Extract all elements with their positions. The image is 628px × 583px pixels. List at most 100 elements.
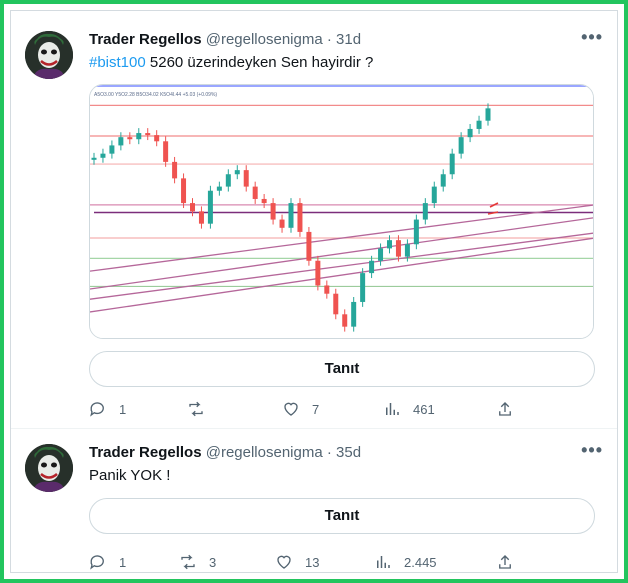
candle-body	[387, 240, 392, 249]
candle-body	[136, 133, 142, 140]
candle-body	[333, 293, 339, 315]
share-icon	[499, 555, 511, 569]
price-chart: A5O3.00 Y5O2.28 B5O34.02 K5O4I.44 +5.03 …	[90, 85, 593, 338]
candle-body	[252, 186, 258, 199]
translate-button[interactable]: Tanıt	[89, 351, 595, 387]
views-icon	[386, 403, 399, 415]
candle-body	[351, 301, 357, 327]
like-button[interactable]: 13	[275, 550, 320, 572]
candle-body	[288, 203, 294, 228]
reply-count: 1	[119, 401, 127, 417]
candle-body	[261, 198, 267, 204]
candle-body	[190, 203, 195, 212]
reply-button[interactable]: 1	[89, 550, 129, 572]
timestamp[interactable]: 35d	[336, 444, 361, 461]
candle-body	[118, 137, 124, 146]
views-button[interactable]: 2.445	[374, 550, 437, 572]
user-handle[interactable]: @regellosenigma	[206, 31, 323, 48]
more-options-icon[interactable]: •••	[581, 440, 603, 461]
candle-body	[297, 203, 303, 232]
tweet[interactable]: Trader Regellos @regellosenigma · 35d ••…	[11, 430, 617, 572]
chart-image[interactable]: A5O3.00 Y5O2.28 B5O34.02 K5O4I.44 +5.03 …	[89, 84, 594, 339]
candle-body	[467, 128, 473, 138]
retweet-button[interactable]	[187, 397, 227, 421]
tweet-actions: 1 7 461	[89, 397, 603, 421]
candle-body	[163, 141, 169, 162]
candle-body	[404, 244, 410, 257]
tweet-header: Trader Regellos @regellosenigma · 35d ••…	[89, 440, 603, 464]
views-count: 2.445	[404, 554, 437, 570]
candle-body	[440, 174, 446, 187]
candle-body	[485, 108, 491, 121]
candle-body	[395, 240, 401, 257]
candle-body	[172, 161, 178, 179]
candle-body	[458, 137, 464, 154]
retweet-icon	[181, 554, 195, 570]
candle-body	[360, 273, 366, 302]
separator-dot: ·	[326, 31, 332, 48]
candle-body	[234, 170, 240, 175]
retweet-button[interactable]: 3	[179, 550, 219, 572]
like-button[interactable]: 7	[282, 397, 322, 421]
user-handle[interactable]: @regellosenigma	[206, 444, 323, 461]
share-button[interactable]	[496, 397, 526, 421]
avatar[interactable]	[25, 444, 73, 492]
candle-body	[279, 219, 285, 228]
candle-body	[449, 153, 455, 175]
candle-body	[315, 260, 321, 286]
views-icon	[377, 556, 390, 568]
translate-button[interactable]: Tanıt	[89, 498, 595, 534]
like-icon	[284, 402, 298, 416]
candle-body	[100, 153, 106, 158]
candle-body	[476, 120, 482, 129]
reply-button[interactable]: 1	[89, 397, 129, 421]
candle-body	[127, 137, 133, 140]
like-count: 13	[305, 554, 320, 570]
candle-body	[181, 178, 187, 204]
candle-body	[270, 203, 276, 220]
tweet-actions: 1 3 13 2.445	[89, 550, 603, 572]
candle-body	[109, 145, 115, 154]
tweet-text: #bist100 5260 üzerindeyken Sen hayirdir …	[89, 53, 603, 73]
candle-body	[342, 314, 348, 327]
candle-body	[422, 203, 428, 220]
screenshot-frame: Trader Regellos @regellosenigma · 31d ••…	[0, 0, 628, 583]
tweet-text: Panik YOK !	[89, 467, 171, 484]
candle-body	[431, 186, 437, 204]
timestamp[interactable]: 31d	[336, 31, 361, 48]
display-name[interactable]: Trader Regellos	[89, 31, 202, 48]
tweet-body: 5260 üzerindeyken Sen hayirdir ?	[145, 54, 374, 71]
candle-body	[306, 231, 312, 261]
candle-body	[154, 135, 160, 142]
like-count: 7	[312, 401, 320, 417]
tweet[interactable]: Trader Regellos @regellosenigma · 31d ••…	[11, 11, 617, 429]
separator-dot: ·	[326, 444, 332, 461]
reply-count: 1	[119, 554, 127, 570]
avatar[interactable]	[25, 31, 73, 79]
candle-body	[198, 211, 204, 224]
reply-icon	[90, 402, 104, 417]
retweet-icon	[189, 401, 203, 417]
candle-body	[413, 219, 419, 245]
chart-header-text: A5O3.00 Y5O2.28 B5O34.02 K5O4I.44 +5.03 …	[94, 92, 217, 98]
candle-body	[207, 190, 213, 224]
share-icon	[499, 402, 511, 416]
candle-body	[324, 285, 330, 294]
share-button[interactable]	[496, 550, 526, 572]
tweet-header: Trader Regellos @regellosenigma · 31d ••…	[89, 27, 603, 51]
candle-body	[145, 133, 151, 136]
views-button[interactable]: 461	[383, 397, 435, 421]
candle-body	[378, 248, 384, 261]
candle-body	[369, 260, 375, 274]
like-icon	[277, 555, 291, 569]
more-options-icon[interactable]: •••	[581, 27, 603, 48]
views-count: 461	[413, 401, 435, 417]
hashtag-link[interactable]: #bist100	[89, 54, 146, 71]
display-name[interactable]: Trader Regellos	[89, 444, 202, 461]
reply-icon	[90, 555, 104, 570]
retweet-count: 3	[209, 554, 217, 570]
timeline: Trader Regellos @regellosenigma · 31d ••…	[10, 10, 618, 573]
candle-body	[216, 186, 222, 191]
candle-body	[91, 157, 97, 160]
candle-body	[225, 174, 231, 187]
